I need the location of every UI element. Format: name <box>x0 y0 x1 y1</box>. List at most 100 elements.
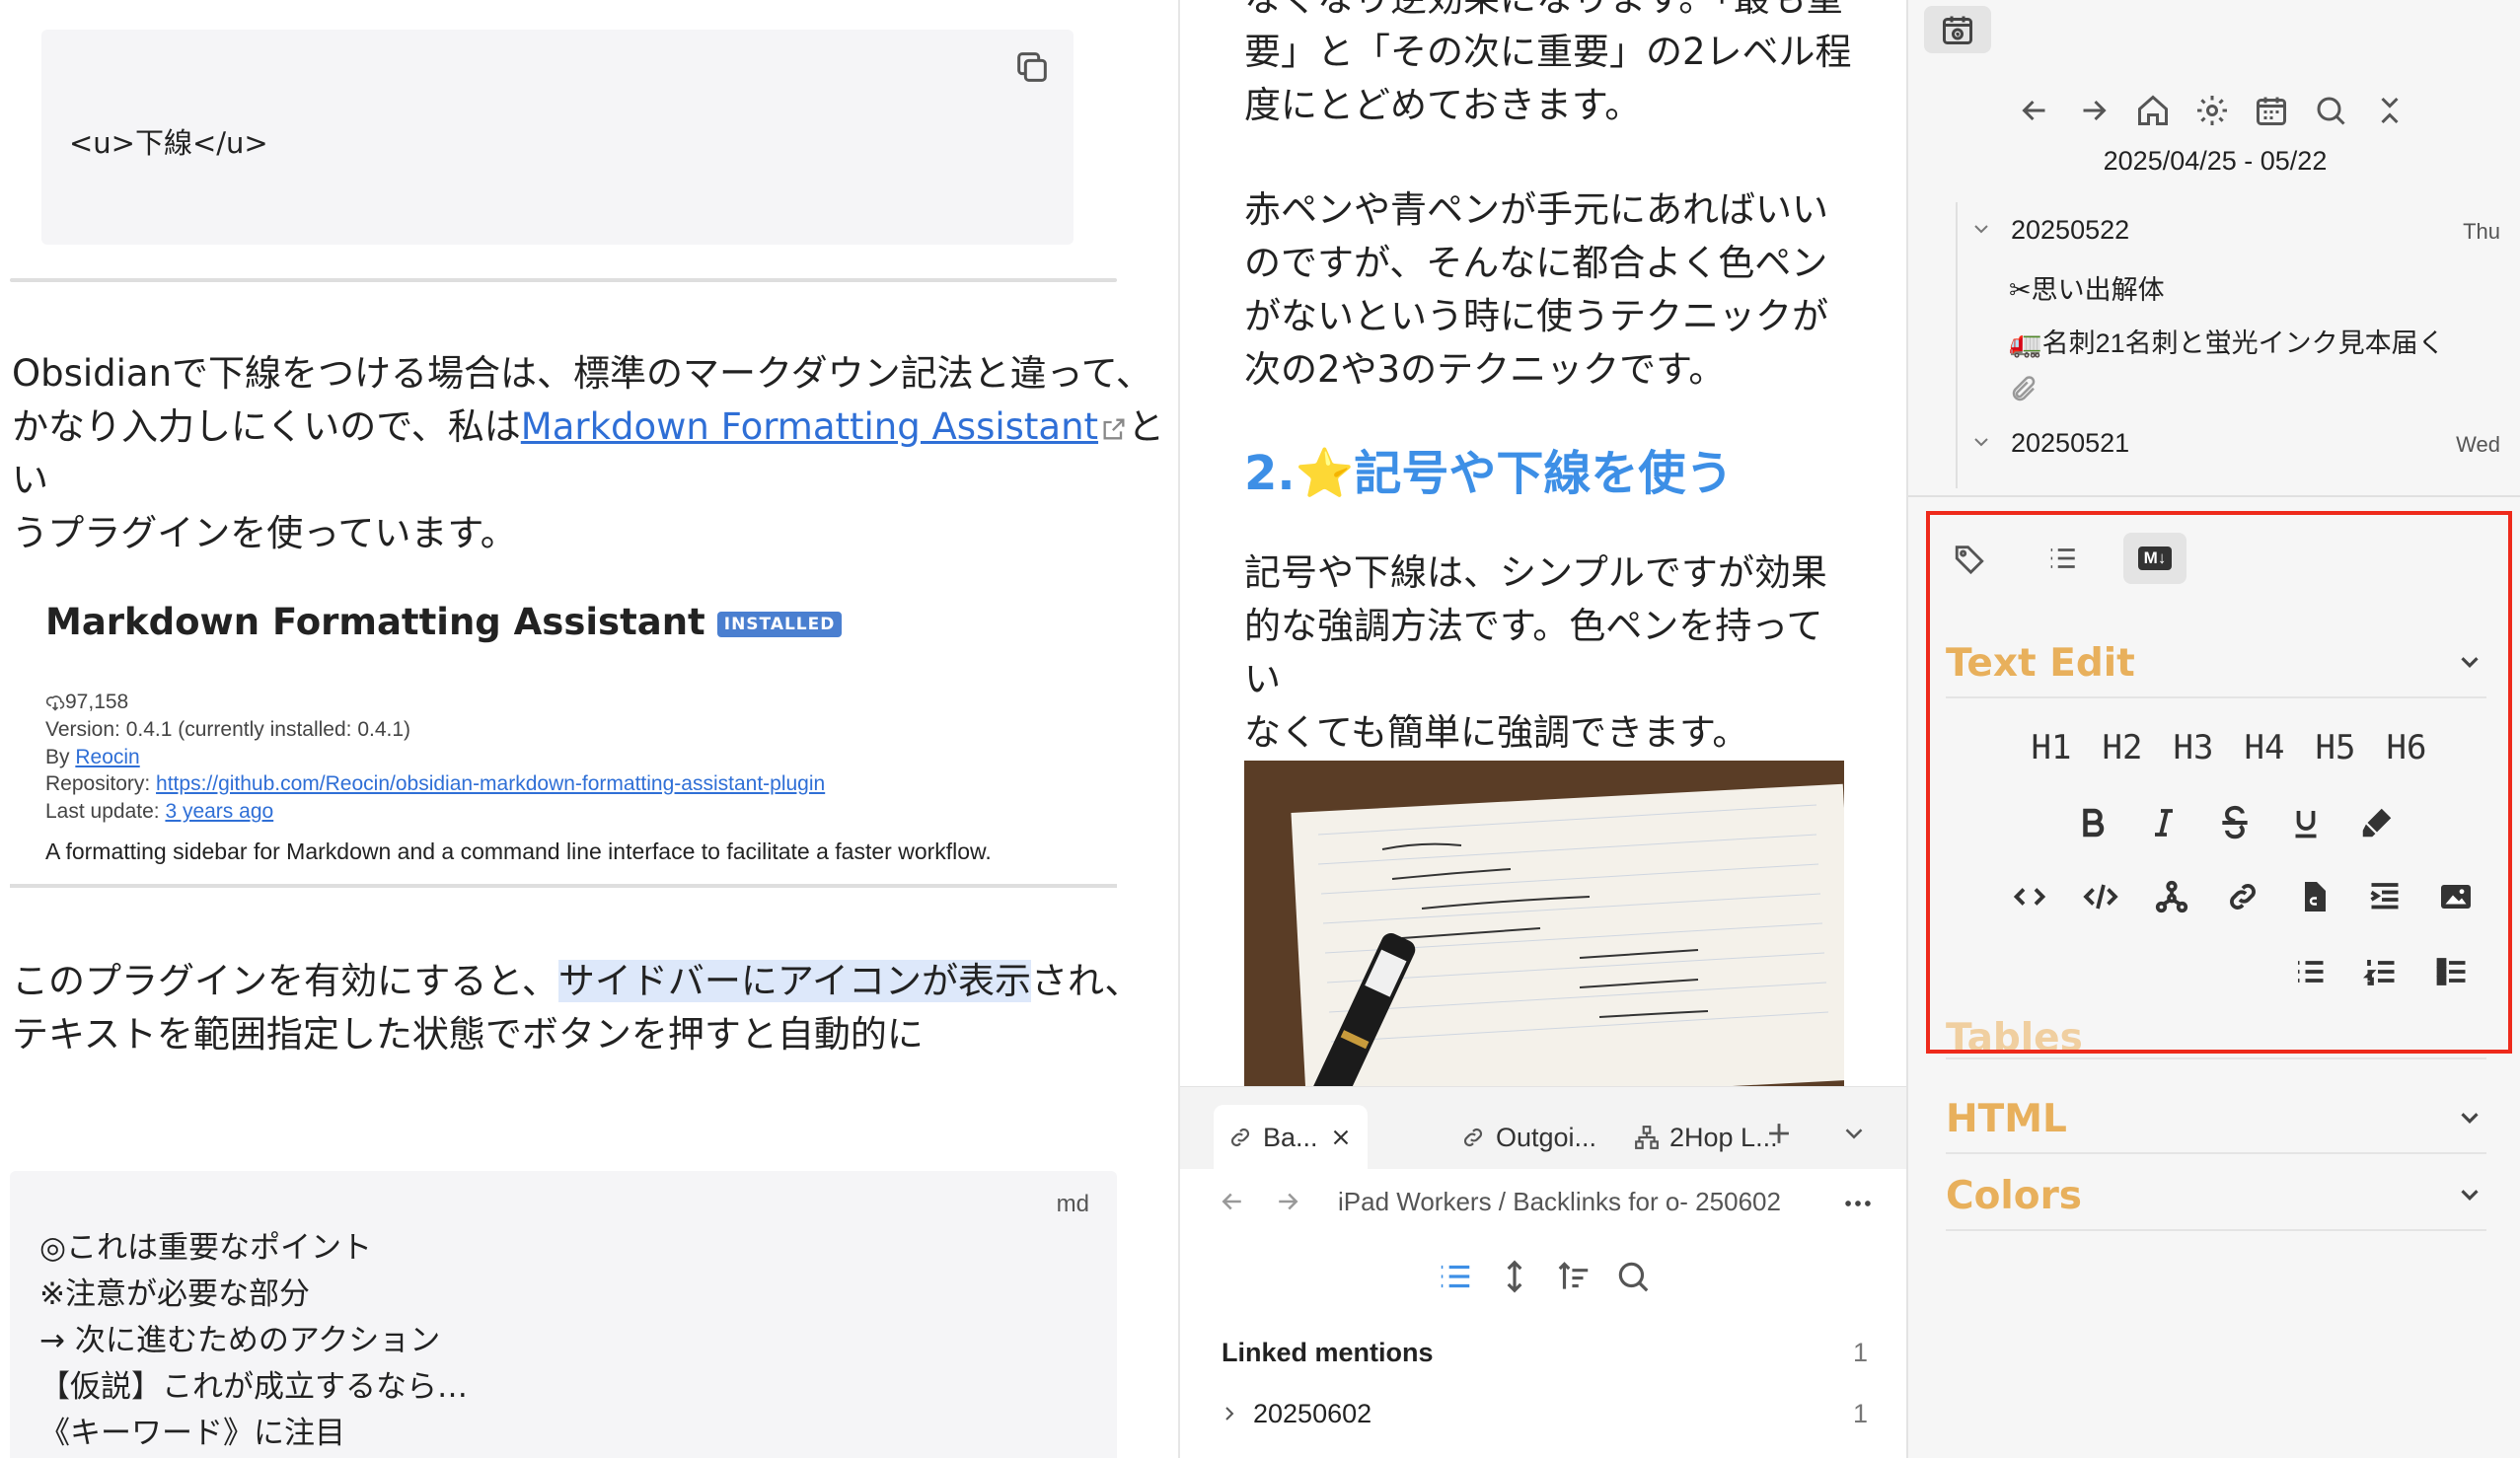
para-text: Obsidianで下線をつける場合は、標準のマークダウン記法と違って、 <box>12 352 1152 395</box>
chevron-right-icon[interactable] <box>1218 1402 1241 1425</box>
plugin-description: A formatting sidebar for Markdown and a … <box>45 838 992 864</box>
code-block-symbols: md ◎これは重要なポイント ※注意が必要な部分 → 次に進むためのアクション … <box>10 1171 1117 1458</box>
update-label: Last update: <box>45 800 166 823</box>
breadcrumb[interactable]: iPad Workers / Backlinks for o- 250602 <box>1338 1187 1812 1217</box>
notebook-photo <box>1244 761 1844 1086</box>
paragraph-top: なくなり逆効果になります。「最も重 要」と「その次に重要」の2レベル程 度にとど… <box>1244 0 1856 132</box>
downloads-text: 97,158 <box>65 691 129 713</box>
backlinks-toolbar <box>1437 1258 1652 1295</box>
reading-pane: なくなり逆効果になります。「最も重 要」と「その次に重要」の2レベル程 度にとど… <box>1178 0 1906 1458</box>
text-line: 次の2や3のテクニックです。 <box>1244 348 1726 391</box>
code-lang-label: md <box>1056 1191 1089 1217</box>
calendar-icon[interactable] <box>2254 93 2289 128</box>
plugin-repo: Repository: https://github.com/Reocin/ob… <box>45 772 825 796</box>
para-text: かなり入力しにくいので、私は <box>12 405 521 448</box>
download-icon <box>45 695 65 712</box>
expand-icon[interactable] <box>1496 1258 1533 1295</box>
graph-icon <box>1635 1126 1659 1149</box>
chevron-down-icon[interactable] <box>1969 217 1993 241</box>
collapse-icon[interactable] <box>2372 93 2408 128</box>
linked-mentions-title: Linked mentions <box>1222 1338 1434 1367</box>
code-line: ◎これは重要なポイント <box>39 1230 373 1266</box>
chevron-down-icon[interactable] <box>1969 430 1993 454</box>
weekday-label: Thu <box>2463 219 2500 244</box>
para-text: テキストを範囲指定した状態でボタンを押すと自動的に <box>12 1013 924 1056</box>
close-icon[interactable] <box>1328 1125 1354 1150</box>
plus-icon[interactable] <box>1762 1117 1796 1150</box>
forward-arrow-icon[interactable] <box>1273 1187 1302 1216</box>
tab-2hop[interactable]: 2Hop L... <box>1634 1105 1778 1170</box>
code-block-underline: <u>下線</u> <box>41 30 1074 245</box>
para-text: され、 <box>1031 960 1142 1002</box>
paperclip-icon[interactable] <box>2009 375 2038 404</box>
para-text: うプラグインを使っています。 <box>12 512 517 554</box>
list-view-icon[interactable] <box>1437 1258 1474 1295</box>
text-line: 赤ペンや青ペンが手元にあればいい <box>1244 188 1828 231</box>
update-link[interactable]: 3 years ago <box>165 800 273 823</box>
timeline-nav <box>2017 93 2408 128</box>
plugin-title: Markdown Formatting Assistant INSTALLED <box>45 601 843 643</box>
tab-backlinks[interactable]: Ba... <box>1214 1105 1368 1170</box>
repo-label: Repository: <box>45 772 157 795</box>
more-options-icon[interactable] <box>1841 1187 1875 1220</box>
journal-item[interactable]: ✂思い出解体 <box>2009 268 2165 307</box>
date-range: 2025/04/25 - 05/22 <box>2103 146 2328 176</box>
section-divider <box>1946 1152 2486 1154</box>
notebook-photo-drawing <box>1244 761 1844 1086</box>
day-entry[interactable]: 20250522 <box>2011 215 2129 246</box>
code-line: 【仮説】これが成立するなら… <box>39 1369 468 1405</box>
mention-item-count: 1 <box>1853 1399 1869 1428</box>
text-line: なくても簡単に強調できます。 <box>1244 711 1749 754</box>
code-line: ※注意が必要な部分 <box>39 1276 310 1312</box>
author-label: By <box>45 746 76 768</box>
chevron-down-icon <box>2461 1113 2479 1124</box>
section-colors[interactable]: Colors <box>1946 1174 2498 1218</box>
editor-left-pane: <u>下線</u> Obsidianで下線をつける場合は、標準のマークダウン記法… <box>0 0 1177 1458</box>
outgoing-links-icon <box>1463 1128 1483 1147</box>
section-heading: 2.⭐記号や下線を使う <box>1244 446 1734 501</box>
calendar-clock-icon <box>1943 16 1972 44</box>
author-link[interactable]: Reocin <box>75 746 139 768</box>
text-line: 的な強調方法です。色ペンを持ってい <box>1244 605 1823 700</box>
search-icon[interactable] <box>2313 93 2348 128</box>
code-line: 《キーワード》に注目 <box>39 1416 345 1451</box>
plugin-title-text: Markdown Formatting Assistant <box>45 601 705 643</box>
chevron-down-icon[interactable] <box>1839 1119 1869 1148</box>
journal-item[interactable]: 🚛名刺21名刺と蛍光インク見本届く <box>2009 322 2445 360</box>
weekday-label: Wed <box>2456 432 2500 457</box>
back-arrow-icon[interactable] <box>1218 1187 1247 1216</box>
home-icon[interactable] <box>2135 93 2171 128</box>
plugin-author: By Reocin <box>45 746 140 769</box>
paragraph-pens: 赤ペンや青ペンが手元にあればいい のですが、そんなに都合よく色ペン がないという… <box>1244 183 1856 397</box>
sort-icon[interactable] <box>1555 1258 1593 1295</box>
right-sidebar: 2025/04/25 - 05/22 20250522 Thu ✂思い出解体 🚛… <box>1906 0 2520 1458</box>
mention-item[interactable]: 20250602 <box>1253 1399 1371 1429</box>
tab-outgoing[interactable]: Outgoi... <box>1460 1105 1596 1170</box>
day-entry[interactable]: 20250521 <box>2011 428 2129 459</box>
bottom-tabbar: Ba... Outgoi... 2Hop L... <box>1180 1086 1906 1170</box>
selected-text[interactable]: サイドバーにアイコンが表示 <box>557 960 1032 1002</box>
plugin-link[interactable]: Markdown Formatting Assistant <box>521 405 1098 448</box>
paragraph-symbols: 記号や下線は、シンプルですが効果 的な強調方法です。色ペンを持ってい なくても簡… <box>1244 547 1856 760</box>
forward-arrow-icon[interactable] <box>2076 93 2112 128</box>
downloads-count: 97,158 <box>45 691 128 714</box>
gear-icon[interactable] <box>2194 93 2230 128</box>
back-arrow-icon[interactable] <box>2017 93 2052 128</box>
code-text: <u>下線</u> <box>69 126 268 160</box>
backlinks-nav: iPad Workers / Backlinks for o- 250602 <box>1180 1169 1906 1238</box>
plugin-card: Markdown Formatting Assistant INSTALLED 9… <box>10 567 1117 888</box>
calendar-tab-button[interactable] <box>1924 6 1991 53</box>
paragraph-usage: このプラグインを有効にすると、サイドバーにアイコンが表示され、 テキストを範囲指… <box>12 955 1141 1061</box>
section-html[interactable]: HTML <box>1946 1097 2498 1141</box>
external-link-icon <box>1103 418 1125 439</box>
divider <box>10 278 1117 282</box>
search-icon[interactable] <box>1614 1258 1652 1295</box>
copy-icon[interactable] <box>1012 47 1052 87</box>
code-line: → 次に進むためのアクション <box>39 1323 441 1358</box>
backlinks-icon <box>1230 1128 1250 1147</box>
repo-link[interactable]: https://github.com/Reocin/obsidian-markd… <box>156 772 825 795</box>
text-line: 要」と「その次に重要」の2レベル程 <box>1244 31 1852 73</box>
installed-badge: INSTALLED <box>716 611 843 637</box>
panel-divider <box>1908 495 2520 497</box>
tree-guide <box>1956 202 1958 488</box>
